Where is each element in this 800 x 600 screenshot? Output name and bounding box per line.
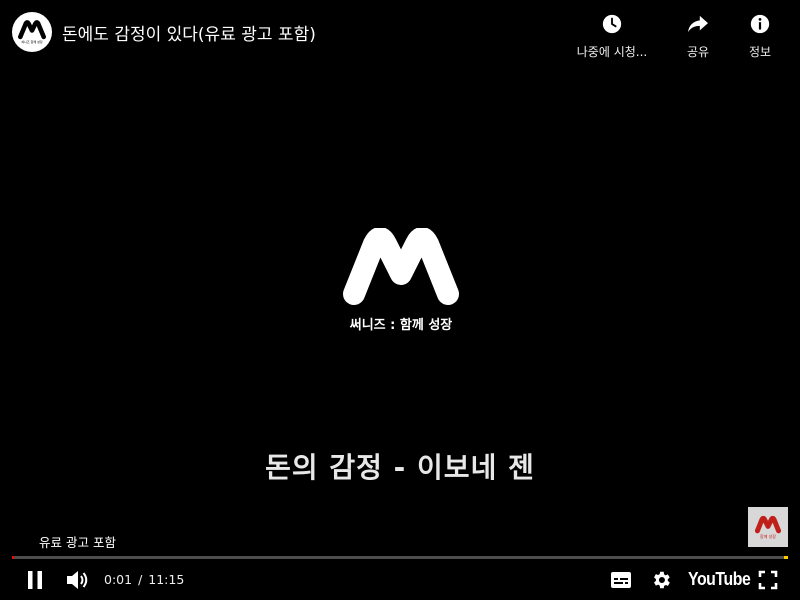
fullscreen-button[interactable] bbox=[755, 568, 781, 592]
channel-intro-logo: 써니즈 : 함께 성장 bbox=[340, 228, 462, 333]
channel-avatar[interactable]: 써니즈 함께 성장 bbox=[12, 12, 52, 52]
time-display: 0:01 / 11:15 bbox=[103, 572, 185, 587]
progress-bar[interactable] bbox=[12, 556, 788, 559]
ad-marker bbox=[784, 556, 788, 559]
video-player[interactable]: 써니즈 함께 성장 돈에도 감정이 있다(유료 광고 포함) 나중에 시청...… bbox=[0, 0, 800, 600]
volume-icon bbox=[67, 571, 88, 589]
fullscreen-icon bbox=[758, 570, 778, 590]
watermark-logo-icon bbox=[754, 515, 782, 533]
pause-icon bbox=[28, 571, 42, 589]
info-icon bbox=[748, 12, 772, 36]
share-button[interactable]: 공유 bbox=[678, 12, 718, 60]
duration: 11:15 bbox=[148, 572, 185, 587]
share-arrow-icon bbox=[686, 12, 710, 36]
watch-later-button[interactable]: 나중에 시청... bbox=[573, 12, 651, 60]
top-bar: 써니즈 함께 성장 돈에도 감정이 있다(유료 광고 포함) 나중에 시청...… bbox=[0, 0, 800, 66]
subtitles-button[interactable] bbox=[608, 568, 634, 592]
current-time: 0:01 bbox=[104, 572, 133, 587]
pause-button[interactable] bbox=[22, 568, 48, 592]
info-button[interactable]: 정보 bbox=[740, 12, 780, 60]
subtitles-icon bbox=[611, 572, 631, 588]
paid-promotion-label[interactable]: 유료 광고 포함 bbox=[39, 532, 116, 551]
channel-watermark[interactable]: 함께 성장 bbox=[748, 507, 788, 547]
control-bar: 0:01 / 11:15 YouTube bbox=[0, 562, 800, 598]
video-subtitle-caption: 돈의 감정 - 이보네 젠 bbox=[265, 451, 535, 484]
avatar-caption: 써니즈 함께 성장 bbox=[21, 40, 43, 44]
time-separator: / bbox=[138, 572, 143, 587]
progress-played bbox=[12, 556, 14, 559]
watch-later-label: 나중에 시청... bbox=[576, 45, 648, 59]
channel-mark-icon bbox=[343, 228, 459, 305]
info-label: 정보 bbox=[748, 45, 772, 59]
youtube-logo-button[interactable]: YouTube bbox=[688, 569, 751, 590]
watermark-caption: 함께 성장 bbox=[760, 533, 776, 539]
mute-button[interactable] bbox=[64, 568, 90, 592]
channel-logo-icon bbox=[18, 20, 46, 40]
settings-button[interactable] bbox=[648, 568, 674, 592]
channel-tagline: 써니즈 : 함께 성장 bbox=[349, 318, 453, 333]
video-title[interactable]: 돈에도 감정이 있다(유료 광고 포함) bbox=[62, 20, 316, 45]
share-label: 공유 bbox=[686, 45, 710, 59]
gear-icon bbox=[654, 571, 670, 589]
clock-icon bbox=[600, 12, 624, 36]
